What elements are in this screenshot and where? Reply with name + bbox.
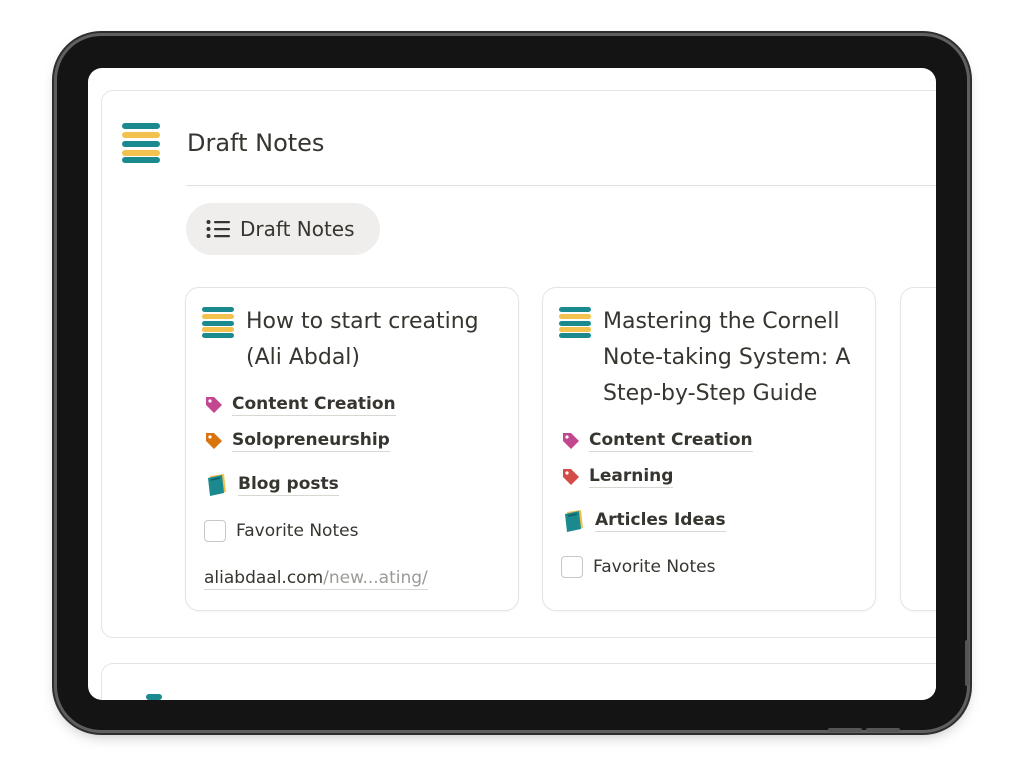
tag-icon <box>206 397 222 413</box>
tag-label: Learning <box>589 466 674 488</box>
checkbox[interactable] <box>561 556 583 578</box>
tag-icon <box>563 469 579 485</box>
tablet-volume-button <box>866 728 900 732</box>
striped-list-icon <box>146 694 162 700</box>
tag-property[interactable]: Learning <box>561 466 674 488</box>
tag-property[interactable]: Content Creation <box>561 430 753 452</box>
book-icon <box>208 474 226 496</box>
next-block <box>101 663 936 700</box>
tag-label: Content Creation <box>589 430 753 452</box>
tag-property[interactable]: Solopreneurship <box>204 430 390 452</box>
tag-property[interactable]: Content Creation <box>204 394 396 416</box>
striped-list-icon <box>559 307 591 338</box>
tag-icon <box>206 433 222 449</box>
category-label: Blog posts <box>238 474 339 496</box>
title-divider <box>186 185 936 186</box>
card-header: How to start creating (Ali Abdal) <box>202 304 504 376</box>
striped-list-icon <box>202 307 234 338</box>
tag-icon <box>563 433 579 449</box>
checkbox-label: Favorite Notes <box>593 557 716 577</box>
bulleted-list-icon <box>206 220 230 238</box>
favorite-checkbox[interactable]: Favorite Notes <box>561 556 715 578</box>
gallery-card[interactable]: Mastering the Cornell Note-taking System… <box>542 287 876 611</box>
tab-label: Draft Notes <box>240 217 355 241</box>
checkbox[interactable] <box>204 520 226 542</box>
book-icon <box>565 510 583 532</box>
striped-list-icon <box>122 123 160 163</box>
url-host: aliabdaal.com <box>204 568 324 588</box>
tablet-side-button <box>965 640 969 686</box>
category-label: Articles Ideas <box>595 510 726 532</box>
tag-label: Content Creation <box>232 394 396 416</box>
gallery-card[interactable]: How to start creating (Ali Abdal) Conten… <box>185 287 519 611</box>
checkbox-label: Favorite Notes <box>236 521 359 541</box>
tablet-screen: Draft Notes Draft Notes How to start cre… <box>88 68 936 700</box>
tab-draft-notes[interactable]: Draft Notes <box>186 203 380 255</box>
gallery-card[interactable] <box>900 287 936 611</box>
tag-label: Solopreneurship <box>232 430 390 452</box>
url-path: /new...ating/ <box>323 568 428 588</box>
card-title[interactable]: How to start creating (Ali Abdal) <box>246 304 504 376</box>
category-property[interactable]: Articles Ideas <box>561 508 726 534</box>
page-title[interactable]: Draft Notes <box>187 129 324 157</box>
category-property[interactable]: Blog posts <box>204 472 339 498</box>
tablet-volume-button <box>828 728 862 732</box>
database-block: Draft Notes Draft Notes How to start cre… <box>101 90 936 638</box>
card-title[interactable]: Mastering the Cornell Note-taking System… <box>603 304 861 412</box>
url-link[interactable]: aliabdaal.com/new...ating/ <box>204 568 428 590</box>
favorite-checkbox[interactable]: Favorite Notes <box>204 520 358 542</box>
card-header: Mastering the Cornell Note-taking System… <box>559 304 861 412</box>
